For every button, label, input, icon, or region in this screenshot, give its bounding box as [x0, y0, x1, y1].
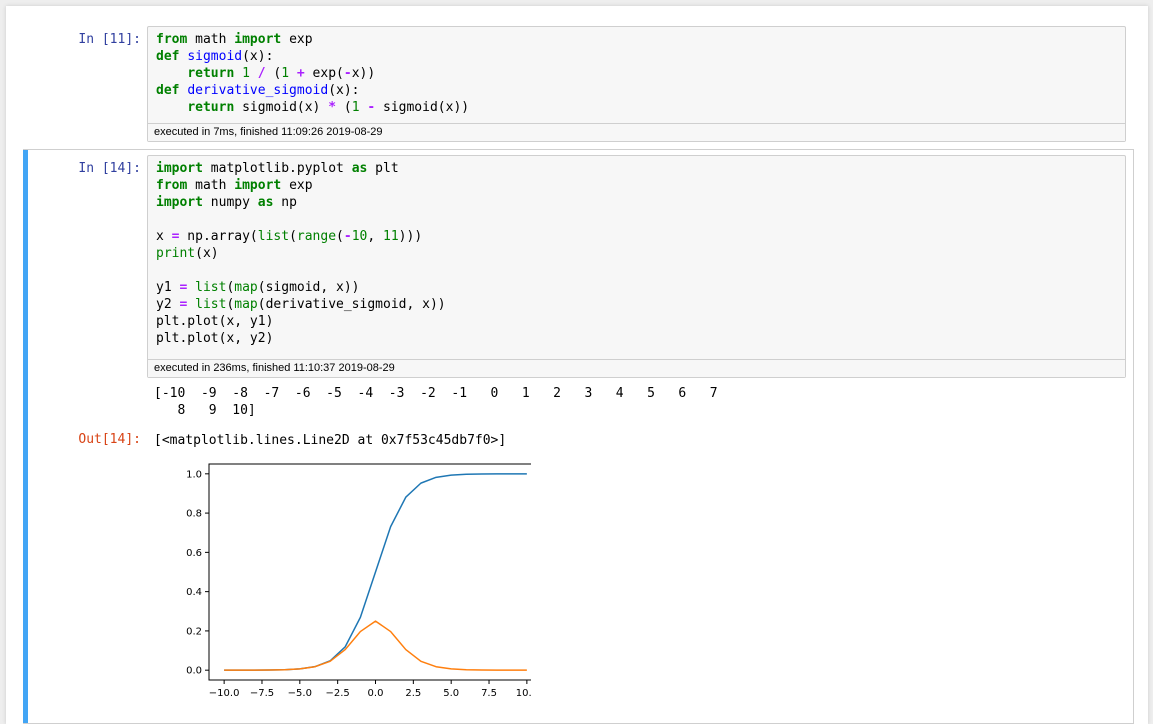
- x-tick-label: −10.0: [209, 688, 240, 699]
- notebook: In [11]: from math import exp def sigmoi…: [6, 6, 1148, 724]
- y-tick-label: 0.0: [186, 666, 202, 677]
- code-line: return sigmoid(x) * (1 - sigmoid(x)): [187, 100, 470, 115]
- code-line: from math import exp: [156, 32, 313, 47]
- code-line: y2 = list(map(derivative_sigmoid, x)): [156, 297, 446, 312]
- y-tick-label: 1.0: [186, 469, 202, 480]
- x-tick-label: 5.0: [443, 688, 459, 699]
- code-line: from math import exp: [156, 178, 313, 193]
- code-line: def derivative_sigmoid(x):: [156, 83, 360, 98]
- code-editor[interactable]: import matplotlib.pyplot as plt from mat…: [148, 156, 1125, 351]
- x-tick-label: 10.0: [516, 688, 531, 699]
- code-line: x = np.array(list(range(-10, 11))): [156, 229, 423, 244]
- y-tick-label: 0.2: [186, 626, 202, 637]
- x-tick-label: −7.5: [250, 688, 274, 699]
- code-line: y1 = list(map(sigmoid, x)): [156, 280, 360, 295]
- execution-info: executed in 7ms, finished 11:09:26 2019-…: [148, 123, 1125, 141]
- code-line: return 1 / (1 + exp(-x)): [187, 66, 376, 81]
- code-input-area[interactable]: from math import exp def sigmoid(x): ret…: [147, 26, 1126, 142]
- plot-area-frame: [208, 463, 543, 681]
- y-tick-label: 0.8: [186, 509, 202, 520]
- code-input-area[interactable]: import matplotlib.pyplot as plt from mat…: [147, 155, 1126, 378]
- code-line: import numpy as np: [156, 195, 297, 210]
- code-cell-2[interactable]: In [14]: import matplotlib.pyplot as plt…: [23, 149, 1134, 724]
- x-tick-label: −2.5: [326, 688, 350, 699]
- input-prompt: In [14]:: [78, 161, 141, 176]
- selected-cell-indicator: [23, 150, 28, 723]
- input-prompt: In [11]:: [78, 32, 141, 47]
- output-prompt: Out[14]:: [78, 432, 141, 447]
- code-line: print(x): [156, 246, 219, 261]
- x-tick-label: 7.5: [481, 688, 497, 699]
- code-cell-1[interactable]: In [11]: from math import exp def sigmoi…: [6, 22, 1148, 148]
- code-line: def sigmoid(x):: [156, 49, 274, 64]
- sigmoid-chart: −10.0 −7.5 −5.0 −2.5 0.0 2.5 5.0 7.5 10.0 0.0 0.2 0…: [186, 463, 543, 699]
- code-editor[interactable]: from math import exp def sigmoid(x): ret…: [148, 27, 1125, 120]
- y-tick-label: 0.4: [186, 587, 202, 598]
- output-result: [<matplotlib.lines.Line2D at 0x7f53c45db…: [154, 433, 507, 448]
- code-line: plt.plot(x, y2): [156, 331, 274, 346]
- execution-info: executed in 236ms, finished 11:10:37 201…: [148, 359, 1125, 377]
- code-line: import matplotlib.pyplot as plt: [156, 161, 399, 176]
- stdout-output: [-10 -9 -8 -7 -6 -5 -4 -3 -2 -1 0 1 2 3 …: [154, 386, 718, 418]
- x-tick-label: 2.5: [405, 688, 421, 699]
- code-line: plt.plot(x, y1): [156, 314, 274, 329]
- x-tick-label: −5.0: [288, 688, 312, 699]
- plot-output: −10.0 −7.5 −5.0 −2.5 0.0 2.5 5.0 7.5 10.0 0.0 0.2 0…: [151, 458, 543, 712]
- x-tick-label: 0.0: [368, 688, 384, 699]
- y-tick-label: 0.6: [186, 548, 202, 559]
